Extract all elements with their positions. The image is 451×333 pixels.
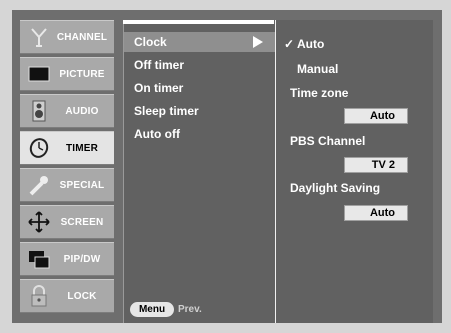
time-zone-value[interactable]: Auto [344,108,408,124]
menu-item-clock[interactable]: Clock [124,32,275,52]
osd-screen: CHANNEL PICTURE AUDIO TIMER SPECIAL SCRE… [0,0,451,333]
category-label: TIMER [65,142,99,154]
timer-clock-icon [28,137,50,159]
menu-item-sleep-timer[interactable]: Sleep timer [124,101,275,121]
menu-button[interactable]: Menu [130,302,174,317]
menu-top-divider [123,20,274,24]
option-manual[interactable]: Manual [297,62,338,76]
pbs-channel-label: PBS Channel [290,134,366,148]
picture-screen-icon [28,63,50,85]
menu-item-on-timer[interactable]: On timer [124,78,275,98]
prev-label: Prev. [178,304,202,315]
audio-speaker-icon [28,100,50,122]
daylight-saving-label: Daylight Saving [290,181,381,195]
category-screen[interactable]: SCREEN [20,205,114,239]
menu-item-label: On timer [134,81,184,95]
category-special[interactable]: SPECIAL [20,168,114,202]
timer-menu: Clock Off timer On timer Sleep timer Aut… [123,20,276,323]
category-pip-dw[interactable]: PIP/DW [20,242,114,276]
daylight-saving-value[interactable]: Auto [344,205,408,221]
category-label: CHANNEL [56,31,108,43]
category-label: LOCK [67,290,97,302]
category-label: SCREEN [60,216,104,228]
category-label: PICTURE [59,68,105,80]
category-timer[interactable]: TIMER [20,131,114,165]
category-lock[interactable]: LOCK [20,279,114,313]
category-label: SPECIAL [59,179,105,191]
category-column: CHANNEL PICTURE AUDIO TIMER SPECIAL SCRE… [20,20,114,317]
category-label: AUDIO [65,105,99,117]
special-wrench-icon [28,174,50,196]
menu-item-label: Sleep timer [134,104,199,118]
menu-item-label: Off timer [134,58,185,72]
menu-item-auto-off[interactable]: Auto off [124,124,275,144]
menu-item-off-timer[interactable]: Off timer [124,55,275,75]
pip-window-icon [28,248,50,270]
channel-antenna-icon [28,26,50,48]
menu-item-label: Clock [134,35,167,49]
menu-item-label: Auto off [134,127,180,141]
category-picture[interactable]: PICTURE [20,57,114,91]
category-channel[interactable]: CHANNEL [20,20,114,54]
lock-padlock-icon [28,285,50,307]
submenu-arrow-icon [253,36,263,48]
option-auto[interactable]: Auto [297,37,324,51]
category-label: PIP/DW [63,253,101,265]
screen-move-icon [28,211,50,233]
category-audio[interactable]: AUDIO [20,94,114,128]
check-mark-icon: ✓ [284,37,295,51]
time-zone-label: Time zone [290,86,349,100]
pbs-channel-value[interactable]: TV 2 [344,157,408,173]
